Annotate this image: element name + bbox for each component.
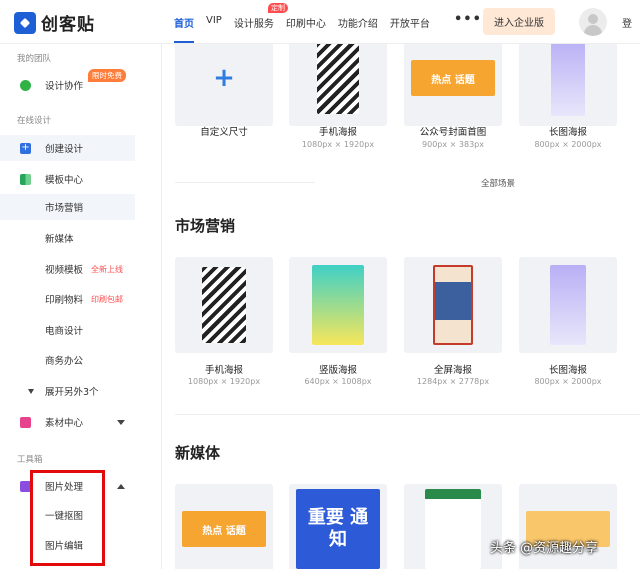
divider <box>175 414 640 415</box>
card-name: 竖版海报 <box>318 365 357 376</box>
nav-features[interactable]: 功能介绍 <box>338 15 378 30</box>
card-fullscreen-poster[interactable] <box>404 257 502 353</box>
divider <box>175 182 315 183</box>
sidebar-item-label: 商务办公 <box>45 356 84 367</box>
card-size: 1080px × 1920px <box>187 377 261 386</box>
card-name: 长图海报 <box>548 365 587 376</box>
poster-thumbnail <box>551 44 585 116</box>
card-size: 1080px × 1920px <box>301 140 375 149</box>
poster-thumbnail <box>550 265 586 345</box>
section-title-marketing: 市场营销 <box>175 217 236 235</box>
watermark: 头条 @资源趣分享 <box>490 541 599 556</box>
sidebar-item-material-center[interactable]: 素材中心 <box>0 409 135 435</box>
poster-thumbnail <box>425 489 481 569</box>
login-link[interactable]: 登 <box>622 15 632 30</box>
sidebar-item-marketing[interactable]: 市场营销 <box>0 194 135 220</box>
logo-icon <box>14 11 36 34</box>
avatar[interactable] <box>579 8 607 36</box>
nav-vip[interactable]: VIP <box>206 15 222 30</box>
custom-badge: 定制 <box>268 3 288 13</box>
sidebar-item-label: 电商设计 <box>45 326 84 337</box>
sidebar-item-label: 视频模板 <box>45 265 84 276</box>
card-long-poster[interactable] <box>519 257 617 353</box>
team-icon <box>20 79 31 91</box>
sidebar-item-print-materials[interactable]: 印刷物料 印刷包邮 <box>0 286 135 312</box>
top-bar: 创客贴 首页 VIP 设计服务 印刷中心 功能介绍 开放平台 定制 ••• 进入… <box>0 0 640 44</box>
card-phone-poster[interactable] <box>175 257 273 353</box>
sidebar-item-ecommerce[interactable]: 电商设计 <box>0 317 135 343</box>
sidebar-item-label: 设计协作 <box>45 81 84 92</box>
card-size: 800px × 2000px <box>534 377 602 386</box>
sidebar-item-label: 素材中心 <box>45 418 84 429</box>
card-long-poster[interactable] <box>519 44 617 126</box>
template-icon <box>20 173 31 185</box>
sidebar-item-label: 市场营销 <box>45 203 84 214</box>
enterprise-button[interactable]: 进入企业版 <box>483 8 555 35</box>
nav-home[interactable]: 首页 <box>174 15 194 43</box>
card-new-media-4[interactable] <box>519 484 617 569</box>
sidebar-item-template-center[interactable]: 模板中心 <box>0 166 135 192</box>
card-phone-poster[interactable] <box>289 44 387 126</box>
more-menu-icon[interactable]: ••• <box>454 12 482 27</box>
nav-design-service[interactable]: 设计服务 <box>234 15 274 30</box>
card-name: 长图海报 <box>548 127 587 138</box>
section-title-new-media: 新媒体 <box>175 444 221 462</box>
card-name: 全屏海报 <box>433 365 472 376</box>
poster-thumbnail <box>202 267 246 343</box>
main-content: + 热点 话题 自定义尺寸 手机海报 1080px × 1920px 公众号封面… <box>163 44 640 569</box>
free-badge: 限时免费 <box>88 69 126 82</box>
poster-thumbnail: 重要 通知 <box>296 489 380 569</box>
sidebar-item-expand-more[interactable]: 展开另外3个 <box>0 378 135 404</box>
poster-thumbnail <box>433 265 473 345</box>
poster-thumbnail <box>317 44 359 114</box>
free-shipping-tag: 印刷包邮 <box>91 294 124 304</box>
sidebar-item-create-design[interactable]: + 创建设计 <box>0 135 135 161</box>
card-new-media-3[interactable] <box>404 484 502 569</box>
nav-open-platform[interactable]: 开放平台 <box>390 15 430 30</box>
plus-icon: + <box>20 141 31 154</box>
card-size: 640px × 1008px <box>304 377 372 386</box>
sidebar-item-business[interactable]: 商务办公 <box>0 347 135 373</box>
poster-thumbnail <box>312 265 364 345</box>
card-name: 自定义尺寸 <box>200 127 248 138</box>
section-online-design: 在线设计 <box>17 116 52 126</box>
logo-text: 创客贴 <box>41 15 95 35</box>
poster-thumbnail: 热点 话题 <box>182 511 266 547</box>
sidebar-item-new-media[interactable]: 新媒体 <box>0 225 135 251</box>
card-name: 公众号封面首图 <box>419 127 487 138</box>
nav-print-center[interactable]: 印刷中心 <box>286 15 326 30</box>
main-nav: 首页 VIP 设计服务 印刷中心 功能介绍 开放平台 <box>174 15 430 43</box>
sidebar-item-label: 印刷物料 <box>45 295 84 306</box>
section-toolbox: 工具箱 <box>17 455 43 465</box>
new-tag: 全新上线 <box>91 264 124 274</box>
logo[interactable]: 创客贴 <box>14 10 95 35</box>
chevron-down-icon <box>117 419 125 425</box>
card-wechat-cover[interactable]: 热点 话题 <box>404 44 502 126</box>
card-new-media-1[interactable]: 热点 话题 <box>175 484 273 569</box>
sidebar-item-label: 创建设计 <box>45 144 84 155</box>
card-name: 手机海报 <box>204 365 243 376</box>
card-size: 1284px × 2778px <box>416 377 490 386</box>
card-custom-size[interactable]: + <box>175 44 273 126</box>
card-size: 900px × 383px <box>422 140 484 149</box>
section-my-team: 我的团队 <box>17 54 52 64</box>
chevron-up-icon <box>117 483 125 489</box>
sidebar-item-label: 模板中心 <box>45 175 84 186</box>
sidebar-item-label: 展开另外3个 <box>45 387 99 398</box>
card-name: 手机海报 <box>318 127 357 138</box>
caret-down-icon <box>28 388 34 394</box>
sidebar-item-label: 新媒体 <box>45 234 74 245</box>
plus-icon: + <box>213 63 235 93</box>
image-icon <box>20 416 31 428</box>
card-vertical-poster[interactable] <box>289 257 387 353</box>
card-new-media-2[interactable]: 重要 通知 <box>289 484 387 569</box>
all-scenes-link[interactable]: 全部场景 <box>481 177 515 189</box>
sidebar-item-video-templates[interactable]: 视频模板 全新上线 <box>0 256 135 282</box>
highlight-box <box>30 470 105 566</box>
card-size: 800px × 2000px <box>534 140 602 149</box>
poster-thumbnail: 热点 话题 <box>411 60 495 96</box>
